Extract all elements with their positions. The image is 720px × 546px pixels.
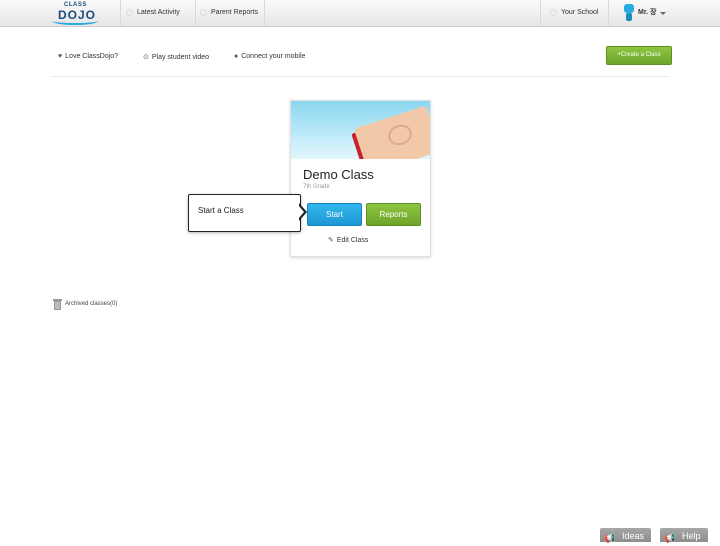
play-icon: ⊙ xyxy=(143,54,149,61)
edit-class-link[interactable]: ✎ Edit Class xyxy=(328,236,368,244)
top-navigation-bar: CLASS DOJO Latest Activity Parent Report… xyxy=(0,0,720,27)
tooltip-text: Start a Class xyxy=(198,206,244,215)
logo-swoosh xyxy=(52,17,98,25)
class-card: Demo Class 7th Grade Start Reports ✎ Edit… xyxy=(290,100,431,257)
nav-divider xyxy=(608,0,609,26)
archived-classes-label: Archived classes(0) xyxy=(65,301,118,307)
nav-latest-activity-label: Latest Activity xyxy=(137,9,180,16)
classdojo-logo[interactable]: CLASS DOJO xyxy=(52,2,98,25)
tooltip-arrow-fill xyxy=(298,205,304,219)
chevron-down-icon xyxy=(660,12,666,15)
book-illustration xyxy=(342,101,430,159)
nav-parent-reports[interactable]: Parent Reports xyxy=(200,0,258,26)
nav-divider xyxy=(264,0,265,26)
edit-class-label: Edit Class xyxy=(336,237,369,244)
nav-divider xyxy=(120,0,121,26)
play-student-video-link[interactable]: ⊙ Play student video xyxy=(143,53,209,61)
heart-icon: ♥ xyxy=(58,53,63,60)
ideas-tab[interactable]: 📢 Ideas xyxy=(600,528,651,543)
megaphone-icon: 📢 xyxy=(664,533,676,543)
megaphone-icon: 📢 xyxy=(604,533,616,543)
trash-icon xyxy=(53,299,62,310)
class-banner-image xyxy=(291,101,430,159)
nav-divider xyxy=(195,0,196,26)
class-toolbar: ♥ Love ClassDojo? ⊙ Play student video ● Co… xyxy=(50,40,672,77)
nav-divider xyxy=(540,0,541,26)
start-class-tooltip: Start a Class xyxy=(188,194,301,232)
love-classdojo-link[interactable]: ♥ Love ClassDojo? xyxy=(58,53,118,60)
play-student-video-label: Play student video xyxy=(151,54,210,61)
nav-your-school[interactable]: Your School xyxy=(550,0,599,26)
connect-mobile-link[interactable]: ● Connect your mobile xyxy=(234,53,305,60)
nav-latest-activity[interactable]: Latest Activity xyxy=(126,0,180,26)
help-tab[interactable]: 📢 Help xyxy=(660,528,708,543)
nav-your-school-label: Your School xyxy=(561,9,599,16)
create-class-button[interactable]: +Create a Class xyxy=(606,46,672,65)
pencil-icon: ✎ xyxy=(328,237,334,244)
class-name: Demo Class xyxy=(303,167,374,182)
user-name: Mr. 장 xyxy=(638,9,657,16)
reports-button[interactable]: Reports xyxy=(366,203,421,226)
start-class-button[interactable]: Start xyxy=(307,203,362,226)
globe-icon: ● xyxy=(234,53,239,60)
reports-icon xyxy=(200,8,207,16)
nav-parent-reports-label: Parent Reports xyxy=(211,9,259,16)
love-classdojo-label: Love ClassDojo? xyxy=(65,53,119,60)
connect-mobile-label: Connect your mobile xyxy=(241,53,306,60)
class-grade: 7th Grade xyxy=(303,184,330,190)
school-icon xyxy=(550,8,557,16)
activity-icon xyxy=(126,8,133,16)
monster-avatar-icon xyxy=(624,4,634,21)
